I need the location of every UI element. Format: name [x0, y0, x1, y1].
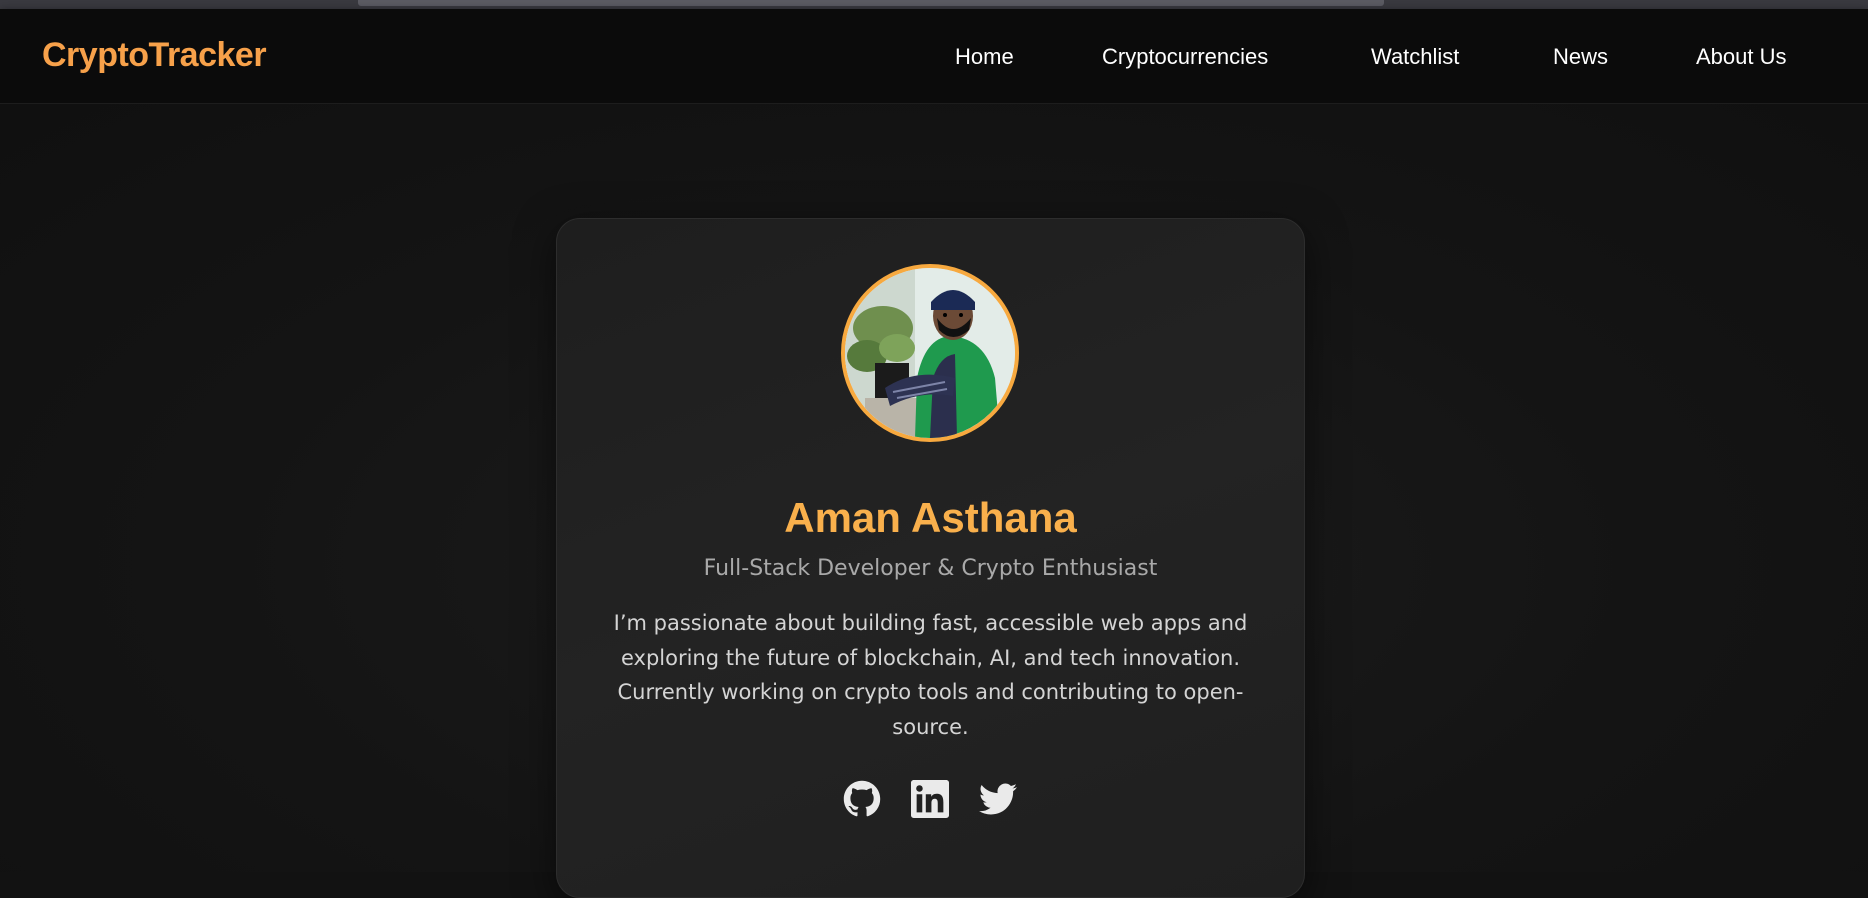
nav-home[interactable]: Home [955, 44, 1014, 70]
twitter-icon[interactable] [979, 780, 1017, 818]
nav-news[interactable]: News [1553, 44, 1608, 70]
navbar: CryptoTracker Home Cryptocurrencies Watc… [0, 9, 1868, 104]
profile-photo [845, 268, 1015, 438]
profile-tagline: Full-Stack Developer & Crypto Enthusiast [703, 556, 1158, 581]
nav-about-us[interactable]: About Us [1696, 44, 1787, 70]
github-icon[interactable] [843, 780, 881, 818]
nav-watchlist[interactable]: Watchlist [1371, 44, 1459, 70]
nav-cryptocurrencies[interactable]: Cryptocurrencies [1102, 44, 1268, 70]
brand-logo[interactable]: CryptoTracker [42, 36, 267, 75]
profile-avatar [841, 264, 1019, 442]
linkedin-icon[interactable] [911, 780, 949, 818]
horizontal-scrollbar-thumb[interactable] [358, 0, 1384, 6]
profile-bio: I’m passionate about building fast, acce… [613, 611, 1248, 739]
profile-name: Aman Asthana [784, 494, 1077, 541]
window-top-strip [0, 0, 1868, 9]
